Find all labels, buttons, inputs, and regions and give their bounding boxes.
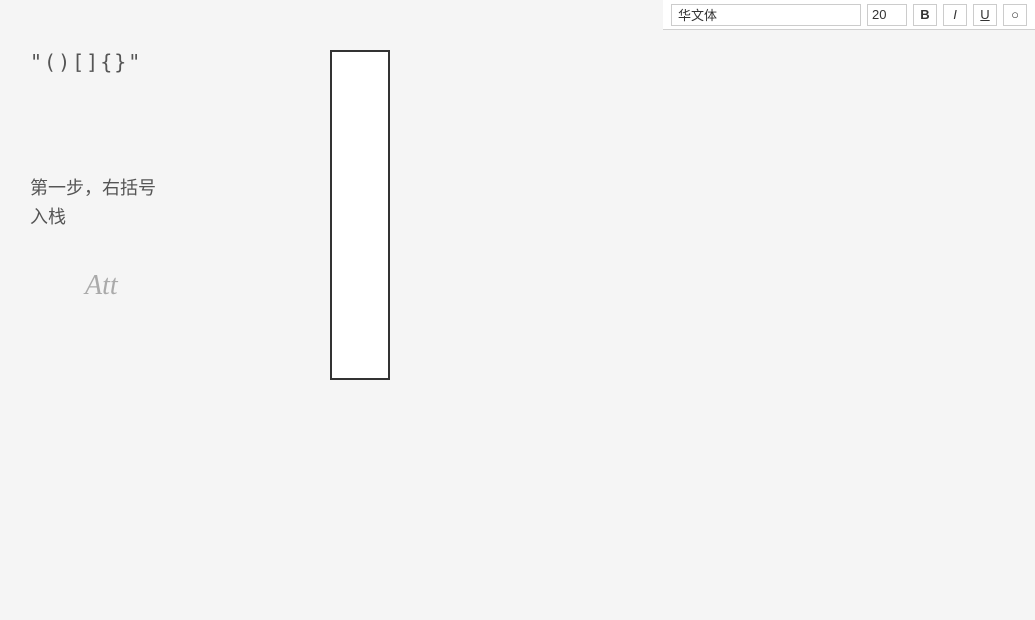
- att-label: Att: [85, 270, 118, 302]
- instruction-text: 第一步，右括号 入栈: [30, 174, 330, 232]
- toolbar: B I U ○: [663, 0, 1035, 30]
- instruction-line1: 第一步，右括号: [30, 178, 156, 198]
- italic-button[interactable]: I: [943, 4, 967, 26]
- underline-button[interactable]: U: [973, 4, 997, 26]
- instruction-line2: 入栈: [30, 207, 66, 227]
- font-selector[interactable]: [671, 4, 861, 26]
- bold-button[interactable]: B: [913, 4, 937, 26]
- main-content: "()[]{}" Att 第一步，右括号 入栈: [0, 30, 1035, 620]
- symbols-text: "()[]{}": [30, 50, 330, 74]
- other-button[interactable]: ○: [1003, 4, 1027, 26]
- font-size-input[interactable]: [867, 4, 907, 26]
- vertical-rectangle: [330, 50, 390, 380]
- text-area: "()[]{}" Att 第一步，右括号 入栈: [30, 50, 330, 232]
